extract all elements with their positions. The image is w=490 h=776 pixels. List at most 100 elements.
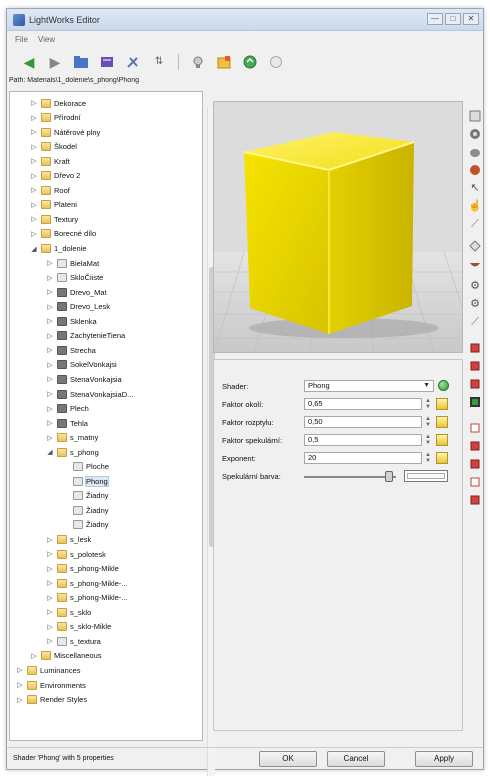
expand-icon[interactable]: ▷ (46, 361, 54, 369)
bowl-icon[interactable] (468, 257, 482, 271)
expand-icon[interactable]: ▷ (46, 434, 54, 442)
refresh-icon[interactable] (240, 53, 260, 71)
tree-item[interactable]: ▷ s_matny (46, 431, 98, 445)
menu-view[interactable]: View (38, 35, 55, 44)
tree-item[interactable]: ▷ ZachytenieTiena (46, 329, 125, 343)
cube-red-icon[interactable] (468, 439, 482, 453)
cube-red-icon[interactable] (468, 493, 482, 507)
prop-value-field[interactable]: 0,65 (304, 398, 422, 410)
tree-item[interactable]: Žiadny (62, 518, 109, 532)
tree-item[interactable]: ▷ s_textura (46, 634, 101, 648)
apply-button[interactable]: Apply (415, 751, 473, 767)
tree-item[interactable]: ▷ StenaVonkajsia (46, 372, 122, 386)
disabled-icon[interactable] (266, 53, 286, 71)
tree-item[interactable]: ▷ Sklenka (46, 314, 97, 328)
texture-button[interactable] (436, 398, 448, 410)
tree-item[interactable]: ▷ Dřevo 2 (30, 169, 80, 183)
cube-outline-icon[interactable] (468, 421, 482, 435)
back-arrow-icon[interactable]: ◀ (19, 53, 39, 71)
spin-arrows-icon[interactable]: ▲ ▼ (424, 416, 432, 428)
tree-item[interactable]: ▷ s_phong-Mikle-... (46, 591, 128, 605)
tree-item[interactable]: ▷ s_phong-Mikle (46, 562, 119, 576)
spin-arrows-icon[interactable]: ▲ ▼ (424, 452, 432, 464)
maximize-button[interactable]: □ (445, 13, 461, 25)
material-preview[interactable] (213, 101, 463, 353)
spin-arrows-icon[interactable]: ▲ ▼ (424, 398, 432, 410)
tree-item[interactable]: ▷ Strecha (46, 343, 96, 357)
tree-item[interactable]: ▷ Dekorace (30, 96, 86, 110)
tree-item[interactable]: Ploche (62, 460, 109, 474)
tree-item[interactable]: ▷ s_lesk (46, 533, 91, 547)
tree-item[interactable]: ▷ s_polotesk (46, 547, 106, 561)
expand-icon[interactable]: ▷ (16, 681, 24, 689)
tree-item[interactable]: ▷ Tehla (46, 416, 88, 430)
shader-select[interactable]: Phong ▼ (304, 380, 434, 392)
apply-shader-icon[interactable] (438, 380, 449, 391)
prop-value-field[interactable]: 0,50 (304, 416, 422, 428)
expand-icon[interactable]: ▷ (46, 303, 54, 311)
expand-icon[interactable]: ▷ (46, 288, 54, 296)
texture-button[interactable] (436, 416, 448, 428)
expand-icon[interactable]: ▷ (46, 637, 54, 645)
expand-icon[interactable]: ▷ (46, 623, 54, 631)
gear-icon[interactable]: ⚙ (468, 279, 482, 293)
shape-icon[interactable] (468, 239, 482, 253)
tree-item[interactable]: ▷ s_phong-Mikle-... (46, 576, 128, 590)
tree-item[interactable]: ▷ Škodel (30, 140, 77, 154)
tree-item-selected[interactable]: Phong (62, 474, 109, 488)
tree-item[interactable]: ▷ s_sklo (46, 605, 91, 619)
database-icon[interactable] (97, 53, 117, 71)
prop-value-field[interactable]: 20 (304, 452, 422, 464)
tree-item[interactable]: Žiadny (62, 503, 109, 517)
cube-red-icon[interactable] (468, 341, 482, 355)
expand-icon[interactable]: ▷ (46, 594, 54, 602)
expand-icon[interactable]: ▷ (46, 579, 54, 587)
expand-icon[interactable]: ▷ (46, 390, 54, 398)
slider-thumb[interactable] (384, 471, 393, 482)
expand-icon[interactable]: ▷ (46, 550, 54, 558)
texture-button[interactable] (436, 452, 448, 464)
gear-icon[interactable]: ⚙ (468, 297, 482, 311)
tree-item[interactable]: ▷ Nátěrové plny (30, 125, 100, 139)
expand-icon[interactable]: ▷ (30, 99, 38, 107)
tree-item[interactable]: ▷ Drevo_Lesk (46, 300, 110, 314)
spin-arrows-icon[interactable]: ▲ ▼ (424, 434, 432, 446)
expand-icon[interactable]: ▷ (30, 143, 38, 151)
forward-arrow-icon[interactable]: ▶ (45, 53, 65, 71)
material-tree[interactable]: ▷ Dekorace ▷ Přírodní ▷ Nátěrové plny ▷ Škodel ▷… (9, 91, 203, 741)
expand-icon[interactable]: ▷ (30, 128, 38, 136)
folder-new-icon[interactable] (214, 53, 234, 71)
tree-item[interactable]: ▷ Plateni (30, 198, 77, 212)
collapse-icon[interactable]: ◢ (30, 245, 38, 253)
expand-icon[interactable]: ▷ (30, 114, 38, 122)
tree-item[interactable]: ▷ Borecné dílo (30, 227, 96, 241)
expand-icon[interactable]: ▷ (30, 172, 38, 180)
color-swatch-button[interactable] (404, 470, 448, 482)
specular-slider[interactable] (304, 476, 396, 478)
tree-item[interactable]: ▷ Kraft (30, 154, 70, 168)
cube-red-icon[interactable] (468, 359, 482, 373)
expand-icon[interactable]: ▷ (46, 608, 54, 616)
tree-item[interactable]: ▷ Roof (30, 183, 70, 197)
prop-value-field[interactable]: 0,5 (304, 434, 422, 446)
tree-item[interactable]: ▷ BielaMat (46, 256, 99, 270)
expand-icon[interactable]: ▷ (46, 346, 54, 354)
cube-red-icon[interactable] (468, 475, 482, 489)
cancel-button[interactable]: Cancel (327, 751, 385, 767)
close-button[interactable]: ✕ (463, 13, 479, 25)
cube-red-icon[interactable] (468, 377, 482, 391)
expand-icon[interactable]: ▷ (30, 230, 38, 238)
expand-icon[interactable]: ▷ (30, 652, 38, 660)
pan-icon[interactable]: ☝ (468, 199, 482, 213)
expand-icon[interactable]: ▷ (30, 201, 38, 209)
sphere-icon[interactable] (468, 109, 482, 123)
tree-item[interactable]: ▷ StenaVonkajsiaD... (46, 387, 133, 401)
tree-item[interactable]: ▷ SkloČiiste (46, 271, 103, 285)
line-icon[interactable]: ⟋ (468, 217, 482, 231)
expand-icon[interactable]: ▷ (16, 696, 24, 704)
cube-red-icon[interactable] (468, 457, 482, 471)
expand-icon[interactable]: ▷ (30, 215, 38, 223)
tree-item[interactable]: ▷ SokelVonkajsi (46, 358, 117, 372)
sort-icon[interactable]: ⇅ (149, 53, 169, 71)
tree-item[interactable]: Žiadny (62, 489, 109, 503)
